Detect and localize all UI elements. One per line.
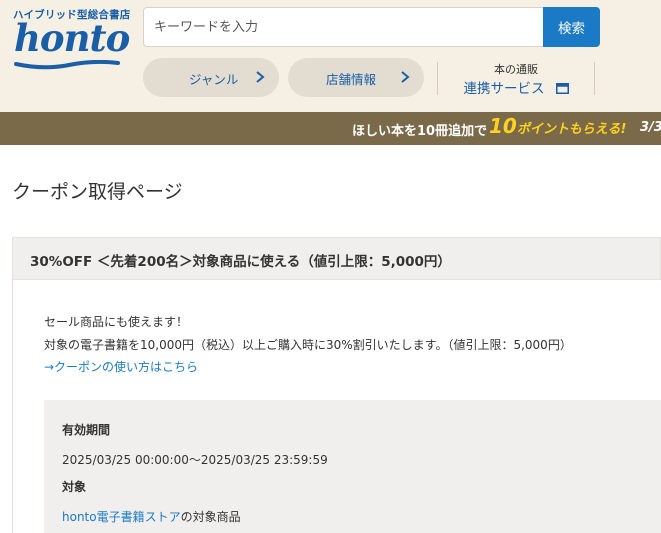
validity-value: 2025/03/25 00:00:00～2025/03/25 23:59:59: [62, 453, 328, 467]
nav-store-info-label: 店舗情報: [326, 72, 377, 87]
chevron-right-icon: [401, 71, 410, 83]
page-title: クーポン取得ページ: [12, 181, 183, 203]
coupon-title: 30%OFF ＜先着200名＞対象商品に使える（値引上限：5,000円）: [30, 254, 451, 270]
validity-label: 有効期間: [62, 423, 111, 437]
target-value: honto電子書籍ストアの対象商品: [62, 508, 241, 525]
linked-services-link[interactable]: 本の通販 連携サービス: [446, 60, 586, 98]
coupon-howto-link[interactable]: →クーポンの使い方はこちら: [44, 358, 198, 375]
nav-store-info-button[interactable]: 店舗情報: [288, 58, 424, 97]
search-input[interactable]: [143, 7, 543, 47]
window-icon: [555, 83, 569, 94]
banner-highlight-text: ポイントもらえる!: [516, 122, 627, 137]
divider: [437, 62, 438, 95]
banner-counter: 3/3: [640, 120, 661, 135]
coupon-description-line: セール商品にも使えます！: [44, 315, 189, 329]
coupon-description-line: 対象の電子書籍を10,000円（税込）以上ご購入時に30%割引いたします。（値引…: [44, 338, 572, 352]
divider: [594, 62, 595, 95]
banner-highlight: 10ポイントもらえる!: [489, 114, 626, 138]
logo-swoosh-icon: [14, 60, 120, 70]
chevron-right-icon: [256, 71, 265, 83]
site-header: ハイブリッド型総合書店 honto 検索 ジャンル 店舗情報 本の通販 連携サー…: [0, 0, 661, 112]
banner-highlight-number: 10: [489, 114, 517, 138]
promo-banner[interactable]: ほしい本を10冊追加で 10ポイントもらえる! 3/3: [0, 112, 661, 145]
service-small-label: 本の通販: [494, 63, 538, 76]
target-suffix: の対象商品: [180, 510, 241, 524]
search-button[interactable]: 検索: [543, 7, 600, 47]
nav-genre-label: ジャンル: [189, 72, 239, 87]
coupon-header: 30%OFF ＜先着200名＞対象商品に使える（値引上限：5,000円）: [12, 237, 661, 280]
banner-text: ほしい本を10冊追加で: [352, 124, 488, 139]
nav-genre-button[interactable]: ジャンル: [143, 58, 279, 97]
target-label: 対象: [62, 480, 87, 494]
ebook-store-link[interactable]: honto電子書籍ストア: [62, 510, 181, 524]
service-link-label: 連携サービス: [463, 81, 545, 97]
honto-logo[interactable]: honto: [14, 16, 130, 60]
